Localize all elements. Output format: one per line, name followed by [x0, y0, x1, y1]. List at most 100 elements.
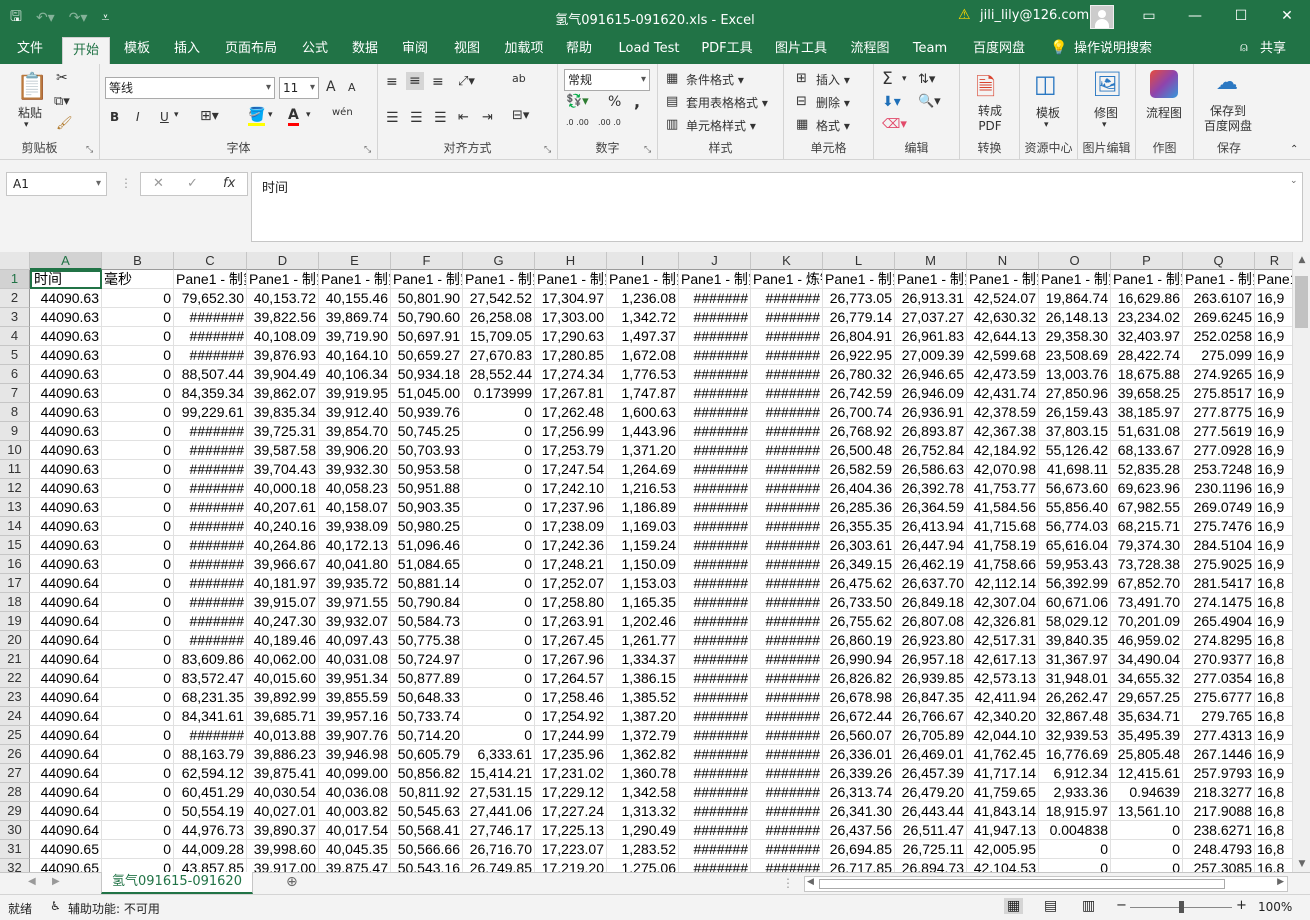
table-cell[interactable]: 39,875.41 [247, 764, 319, 783]
table-cell[interactable]: 39,855.59 [319, 688, 391, 707]
border-icon[interactable]: ⊞▾ [200, 108, 219, 124]
table-cell[interactable]: 44090.63 [30, 422, 102, 441]
table-cell[interactable]: 50,903.35 [391, 498, 463, 517]
table-cell[interactable]: 50,951.88 [391, 479, 463, 498]
font-name-select[interactable]: 等线 [105, 77, 275, 99]
table-cell[interactable]: 40,097.43 [319, 631, 391, 650]
table-cell[interactable]: 39,685.71 [247, 707, 319, 726]
table-cell[interactable]: ####### [679, 460, 751, 479]
header-cell[interactable]: Pane1 - 制氢 [1111, 270, 1183, 289]
row-header[interactable]: 15 [0, 536, 30, 555]
table-cell[interactable]: 6,912.34 [1039, 764, 1111, 783]
add-sheet-icon[interactable]: ⊕ [286, 874, 298, 890]
table-cell[interactable]: ####### [679, 593, 751, 612]
table-cell[interactable]: 42,307.04 [967, 593, 1039, 612]
table-cell[interactable]: 40,164.10 [319, 346, 391, 365]
table-cell[interactable]: 1,362.82 [607, 745, 679, 764]
table-cell[interactable]: 50,648.33 [391, 688, 463, 707]
table-cell[interactable]: 0 [1039, 840, 1111, 859]
table-cell[interactable]: 0 [463, 498, 535, 517]
table-cell[interactable]: 40,041.80 [319, 555, 391, 574]
table-cell[interactable]: 42,644.13 [967, 327, 1039, 346]
sort-filter-icon[interactable]: ⇅▾ [918, 72, 935, 87]
table-cell[interactable]: 40,207.61 [247, 498, 319, 517]
row-header[interactable]: 21 [0, 650, 30, 669]
scroll-down-icon[interactable]: ▼ [1293, 859, 1310, 869]
accounting-format-icon[interactable]: 💱▾ [566, 94, 589, 109]
table-cell[interactable]: 1,264.69 [607, 460, 679, 479]
table-cell[interactable]: 73,728.38 [1111, 555, 1183, 574]
table-cell[interactable]: ####### [174, 498, 247, 517]
table-cell[interactable]: 0 [102, 840, 174, 859]
table-cell[interactable]: 16,9 [1255, 308, 1292, 327]
scroll-left-icon[interactable]: ◀ [807, 877, 814, 887]
table-cell[interactable]: 50,811.92 [391, 783, 463, 802]
row-header[interactable]: 12 [0, 479, 30, 498]
table-cell[interactable]: 1,261.77 [607, 631, 679, 650]
table-cell[interactable]: 44090.64 [30, 783, 102, 802]
table-cell[interactable]: 284.5104 [1183, 536, 1255, 555]
table-cell[interactable]: ####### [174, 517, 247, 536]
table-cell[interactable]: 42,524.07 [967, 289, 1039, 308]
table-cell[interactable]: ####### [679, 802, 751, 821]
column-header-k[interactable]: K [751, 252, 823, 270]
row-header[interactable]: 1 [0, 270, 30, 289]
table-cell[interactable]: 275.6777 [1183, 688, 1255, 707]
table-cell[interactable]: 17,263.91 [535, 612, 607, 631]
delete-cells-button[interactable]: 删除 ▾ [816, 94, 850, 111]
table-cell[interactable]: 26,860.19 [823, 631, 895, 650]
autosum-icon[interactable]: Σ [882, 69, 893, 89]
align-right-icon[interactable]: ☰ [434, 110, 447, 126]
table-cell[interactable]: 42,431.74 [967, 384, 1039, 403]
table-cell[interactable]: 0 [102, 384, 174, 403]
table-cell[interactable]: 277.5619 [1183, 422, 1255, 441]
scroll-right-icon[interactable]: ▶ [1277, 877, 1284, 887]
tab-view[interactable]: 视图 [446, 34, 488, 64]
tab-team[interactable]: Team [906, 34, 954, 64]
launcher-icon[interactable]: ⤡ [86, 145, 93, 155]
shrink-font-button[interactable]: A [348, 81, 356, 94]
table-cell[interactable]: 38,185.97 [1111, 403, 1183, 422]
table-cell[interactable]: 44090.64 [30, 631, 102, 650]
table-cell[interactable]: 0 [102, 631, 174, 650]
horizontal-scroll-thumb[interactable] [819, 879, 1225, 889]
table-cell[interactable]: 2,933.36 [1039, 783, 1111, 802]
table-cell[interactable]: 69,623.96 [1111, 479, 1183, 498]
table-cell[interactable]: 26,462.19 [895, 555, 967, 574]
find-select-icon[interactable]: 🔍▾ [918, 94, 941, 109]
table-cell[interactable]: 41,753.77 [967, 479, 1039, 498]
table-cell[interactable]: 46,959.02 [1111, 631, 1183, 650]
column-header-j[interactable]: J [679, 252, 751, 270]
column-header-n[interactable]: N [967, 252, 1039, 270]
table-cell[interactable]: 0 [102, 574, 174, 593]
table-cell[interactable]: 26,922.95 [823, 346, 895, 365]
table-cell[interactable]: ####### [751, 840, 823, 859]
table-cell[interactable]: 27,542.52 [463, 289, 535, 308]
table-cell[interactable]: 26,694.85 [823, 840, 895, 859]
table-cell[interactable]: 44090.63 [30, 384, 102, 403]
table-cell[interactable]: 42,367.38 [967, 422, 1039, 441]
table-cell[interactable]: 40,106.34 [319, 365, 391, 384]
table-cell[interactable]: 44090.63 [30, 555, 102, 574]
table-cell[interactable]: 0 [102, 422, 174, 441]
table-cell[interactable]: 50,584.73 [391, 612, 463, 631]
table-cell[interactable]: 16,9 [1255, 479, 1292, 498]
table-cell[interactable]: 16,9 [1255, 384, 1292, 403]
table-cell[interactable]: 1,283.52 [607, 840, 679, 859]
fill-color-dropdown-icon[interactable]: ▾ [268, 110, 273, 120]
table-cell[interactable]: 26,936.91 [895, 403, 967, 422]
table-cell[interactable]: 50,543.16 [391, 859, 463, 872]
table-cell[interactable]: 67,982.55 [1111, 498, 1183, 517]
table-cell[interactable]: 55,856.40 [1039, 498, 1111, 517]
table-cell[interactable]: 17,231.02 [535, 764, 607, 783]
table-format-button[interactable]: 套用表格格式 ▾ [686, 94, 768, 111]
image-edit-icon[interactable]: 🖼 [1092, 70, 1122, 98]
image-edit-dropdown-icon[interactable]: ▾ [1102, 120, 1107, 130]
table-cell[interactable]: 17,229.12 [535, 783, 607, 802]
table-cell[interactable]: ####### [174, 574, 247, 593]
increase-indent-icon[interactable]: ⇥ [482, 110, 493, 125]
table-cell[interactable]: 35,495.39 [1111, 726, 1183, 745]
table-cell[interactable]: 50,703.93 [391, 441, 463, 460]
table-cell[interactable]: 27,850.96 [1039, 384, 1111, 403]
table-cell[interactable]: 39,822.56 [247, 308, 319, 327]
